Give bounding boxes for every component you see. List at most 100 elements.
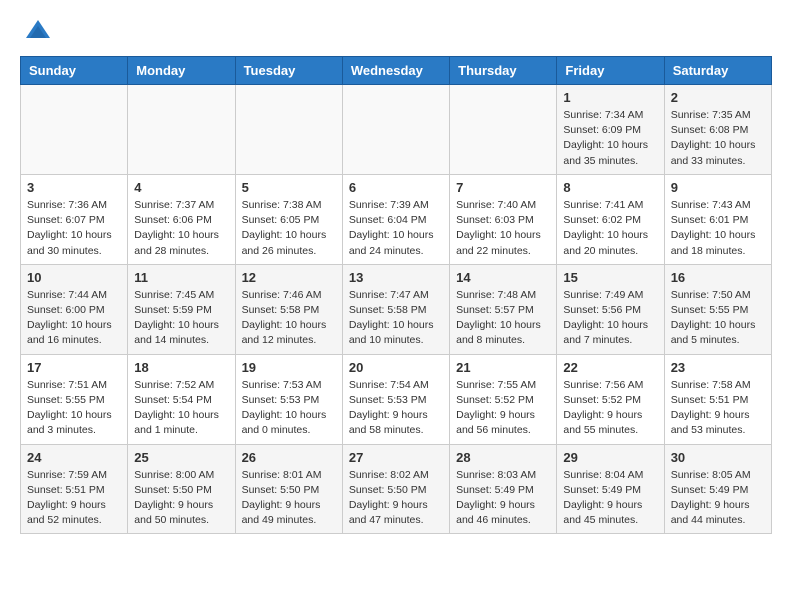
day-number: 8 <box>563 180 657 195</box>
calendar-header: SundayMondayTuesdayWednesdayThursdayFrid… <box>21 57 772 85</box>
day-number: 6 <box>349 180 443 195</box>
calendar-cell: 26Sunrise: 8:01 AM Sunset: 5:50 PM Dayli… <box>235 444 342 534</box>
day-info: Sunrise: 7:48 AM Sunset: 5:57 PM Dayligh… <box>456 288 550 349</box>
calendar-cell <box>128 85 235 175</box>
day-info: Sunrise: 7:34 AM Sunset: 6:09 PM Dayligh… <box>563 108 657 169</box>
day-number: 7 <box>456 180 550 195</box>
calendar-cell: 28 Sunrise: 8:03 AM Sunset: 5:49 PM Dayli… <box>450 444 557 534</box>
weekday-header-sunday: Sunday <box>21 57 128 85</box>
day-number: 15 <box>563 270 657 285</box>
calendar-cell <box>235 85 342 175</box>
week-row-3: 10 Sunrise: 7:44 AM Sunset: 6:00 PM Dayli… <box>21 264 772 354</box>
day-number: 18 <box>134 360 228 375</box>
weekday-header-tuesday: Tuesday <box>235 57 342 85</box>
calendar-cell: 25 Sunrise: 8:00 AM Sunset: 5:50 PM Dayli… <box>128 444 235 534</box>
day-number: 28 <box>456 450 550 465</box>
day-number: 9 <box>671 180 765 195</box>
calendar-cell: 1 Sunrise: 7:34 AM Sunset: 6:09 PM Daylig… <box>557 85 664 175</box>
day-number: 19 <box>242 360 336 375</box>
day-number: 20 <box>349 360 443 375</box>
day-info: Sunrise: 7:35 AM Sunset: 6:08 PM Dayligh… <box>671 108 765 169</box>
day-info: Sunrise: 8:02 AM Sunset: 5:50 PM Dayligh… <box>349 468 443 529</box>
calendar: SundayMondayTuesdayWednesdayThursdayFrid… <box>20 56 772 534</box>
day-info: Sunrise: 8:00 AM Sunset: 5:50 PM Dayligh… <box>134 468 228 529</box>
logo-icon <box>24 18 52 46</box>
day-number: 30 <box>671 450 765 465</box>
weekday-row: SundayMondayTuesdayWednesdayThursdayFrid… <box>21 57 772 85</box>
day-number: 5 <box>242 180 336 195</box>
week-row-1: 1 Sunrise: 7:34 AM Sunset: 6:09 PM Daylig… <box>21 85 772 175</box>
day-number: 26 <box>242 450 336 465</box>
day-info: Sunrise: 7:58 AM Sunset: 5:51 PM Dayligh… <box>671 378 765 439</box>
day-info: Sunrise: 7:54 AM Sunset: 5:53 PM Dayligh… <box>349 378 443 439</box>
day-info: Sunrise: 8:03 AM Sunset: 5:49 PM Dayligh… <box>456 468 550 529</box>
day-info: Sunrise: 7:52 AM Sunset: 5:54 PM Dayligh… <box>134 378 228 439</box>
day-info: Sunrise: 7:40 AM Sunset: 6:03 PM Dayligh… <box>456 198 550 259</box>
weekday-header-wednesday: Wednesday <box>342 57 449 85</box>
page-header <box>0 0 792 56</box>
day-number: 27 <box>349 450 443 465</box>
day-info: Sunrise: 7:47 AM Sunset: 5:58 PM Dayligh… <box>349 288 443 349</box>
day-number: 24 <box>27 450 121 465</box>
calendar-cell <box>21 85 128 175</box>
calendar-cell: 9 Sunrise: 7:43 AM Sunset: 6:01 PM Daylig… <box>664 174 771 264</box>
day-info: Sunrise: 7:59 AM Sunset: 5:51 PM Dayligh… <box>27 468 121 529</box>
calendar-cell: 6 Sunrise: 7:39 AM Sunset: 6:04 PM Daylig… <box>342 174 449 264</box>
day-number: 25 <box>134 450 228 465</box>
day-number: 16 <box>671 270 765 285</box>
calendar-cell: 30 Sunrise: 8:05 AM Sunset: 5:49 PM Dayli… <box>664 444 771 534</box>
day-number: 14 <box>456 270 550 285</box>
calendar-cell: 8 Sunrise: 7:41 AM Sunset: 6:02 PM Daylig… <box>557 174 664 264</box>
day-number: 12 <box>242 270 336 285</box>
day-number: 1 <box>563 90 657 105</box>
day-number: 10 <box>27 270 121 285</box>
day-number: 11 <box>134 270 228 285</box>
calendar-cell: 27 Sunrise: 8:02 AM Sunset: 5:50 PM Dayli… <box>342 444 449 534</box>
day-number: 3 <box>27 180 121 195</box>
day-info: Sunrise: 7:46 AM Sunset: 5:58 PM Dayligh… <box>242 288 336 349</box>
day-number: 13 <box>349 270 443 285</box>
calendar-cell: 14 Sunrise: 7:48 AM Sunset: 5:57 PM Dayli… <box>450 264 557 354</box>
calendar-cell: 13 Sunrise: 7:47 AM Sunset: 5:58 PM Dayli… <box>342 264 449 354</box>
week-row-2: 3 Sunrise: 7:36 AM Sunset: 6:07 PM Daylig… <box>21 174 772 264</box>
week-row-4: 17 Sunrise: 7:51 AM Sunset: 5:55 PM Dayli… <box>21 354 772 444</box>
day-number: 21 <box>456 360 550 375</box>
day-number: 22 <box>563 360 657 375</box>
calendar-wrapper: SundayMondayTuesdayWednesdayThursdayFrid… <box>0 56 792 544</box>
calendar-cell: 2 Sunrise: 7:35 AM Sunset: 6:08 PM Daylig… <box>664 85 771 175</box>
day-info: Sunrise: 7:44 AM Sunset: 6:00 PM Dayligh… <box>27 288 121 349</box>
weekday-header-friday: Friday <box>557 57 664 85</box>
calendar-cell: 16 Sunrise: 7:50 AM Sunset: 5:55 PM Dayli… <box>664 264 771 354</box>
day-info: Sunrise: 7:41 AM Sunset: 6:02 PM Dayligh… <box>563 198 657 259</box>
day-info: Sunrise: 7:36 AM Sunset: 6:07 PM Dayligh… <box>27 198 121 259</box>
calendar-cell: 17 Sunrise: 7:51 AM Sunset: 5:55 PM Dayli… <box>21 354 128 444</box>
weekday-header-monday: Monday <box>128 57 235 85</box>
weekday-header-saturday: Saturday <box>664 57 771 85</box>
day-number: 29 <box>563 450 657 465</box>
day-info: Sunrise: 7:39 AM Sunset: 6:04 PM Dayligh… <box>349 198 443 259</box>
day-info: Sunrise: 8:05 AM Sunset: 5:49 PM Dayligh… <box>671 468 765 529</box>
calendar-cell <box>450 85 557 175</box>
day-number: 4 <box>134 180 228 195</box>
calendar-cell: 11 Sunrise: 7:45 AM Sunset: 5:59 PM Dayli… <box>128 264 235 354</box>
day-info: Sunrise: 7:50 AM Sunset: 5:55 PM Dayligh… <box>671 288 765 349</box>
day-info: Sunrise: 7:45 AM Sunset: 5:59 PM Dayligh… <box>134 288 228 349</box>
calendar-cell: 20 Sunrise: 7:54 AM Sunset: 5:53 PM Dayli… <box>342 354 449 444</box>
day-number: 2 <box>671 90 765 105</box>
weekday-header-thursday: Thursday <box>450 57 557 85</box>
day-info: Sunrise: 7:56 AM Sunset: 5:52 PM Dayligh… <box>563 378 657 439</box>
day-info: Sunrise: 7:38 AM Sunset: 6:05 PM Dayligh… <box>242 198 336 259</box>
day-info: Sunrise: 7:51 AM Sunset: 5:55 PM Dayligh… <box>27 378 121 439</box>
day-number: 17 <box>27 360 121 375</box>
logo <box>24 18 56 46</box>
calendar-cell: 12 Sunrise: 7:46 AM Sunset: 5:58 PM Dayli… <box>235 264 342 354</box>
day-number: 23 <box>671 360 765 375</box>
calendar-cell: 4Sunrise: 7:37 AM Sunset: 6:06 PM Daylig… <box>128 174 235 264</box>
day-info: Sunrise: 8:04 AM Sunset: 5:49 PM Dayligh… <box>563 468 657 529</box>
calendar-cell: 7 Sunrise: 7:40 AM Sunset: 6:03 PM Daylig… <box>450 174 557 264</box>
calendar-cell: 5 Sunrise: 7:38 AM Sunset: 6:05 PM Daylig… <box>235 174 342 264</box>
week-row-5: 24 Sunrise: 7:59 AM Sunset: 5:51 PM Dayli… <box>21 444 772 534</box>
calendar-cell: 24 Sunrise: 7:59 AM Sunset: 5:51 PM Dayli… <box>21 444 128 534</box>
day-info: Sunrise: 7:53 AM Sunset: 5:53 PM Dayligh… <box>242 378 336 439</box>
day-info: Sunrise: 7:43 AM Sunset: 6:01 PM Dayligh… <box>671 198 765 259</box>
